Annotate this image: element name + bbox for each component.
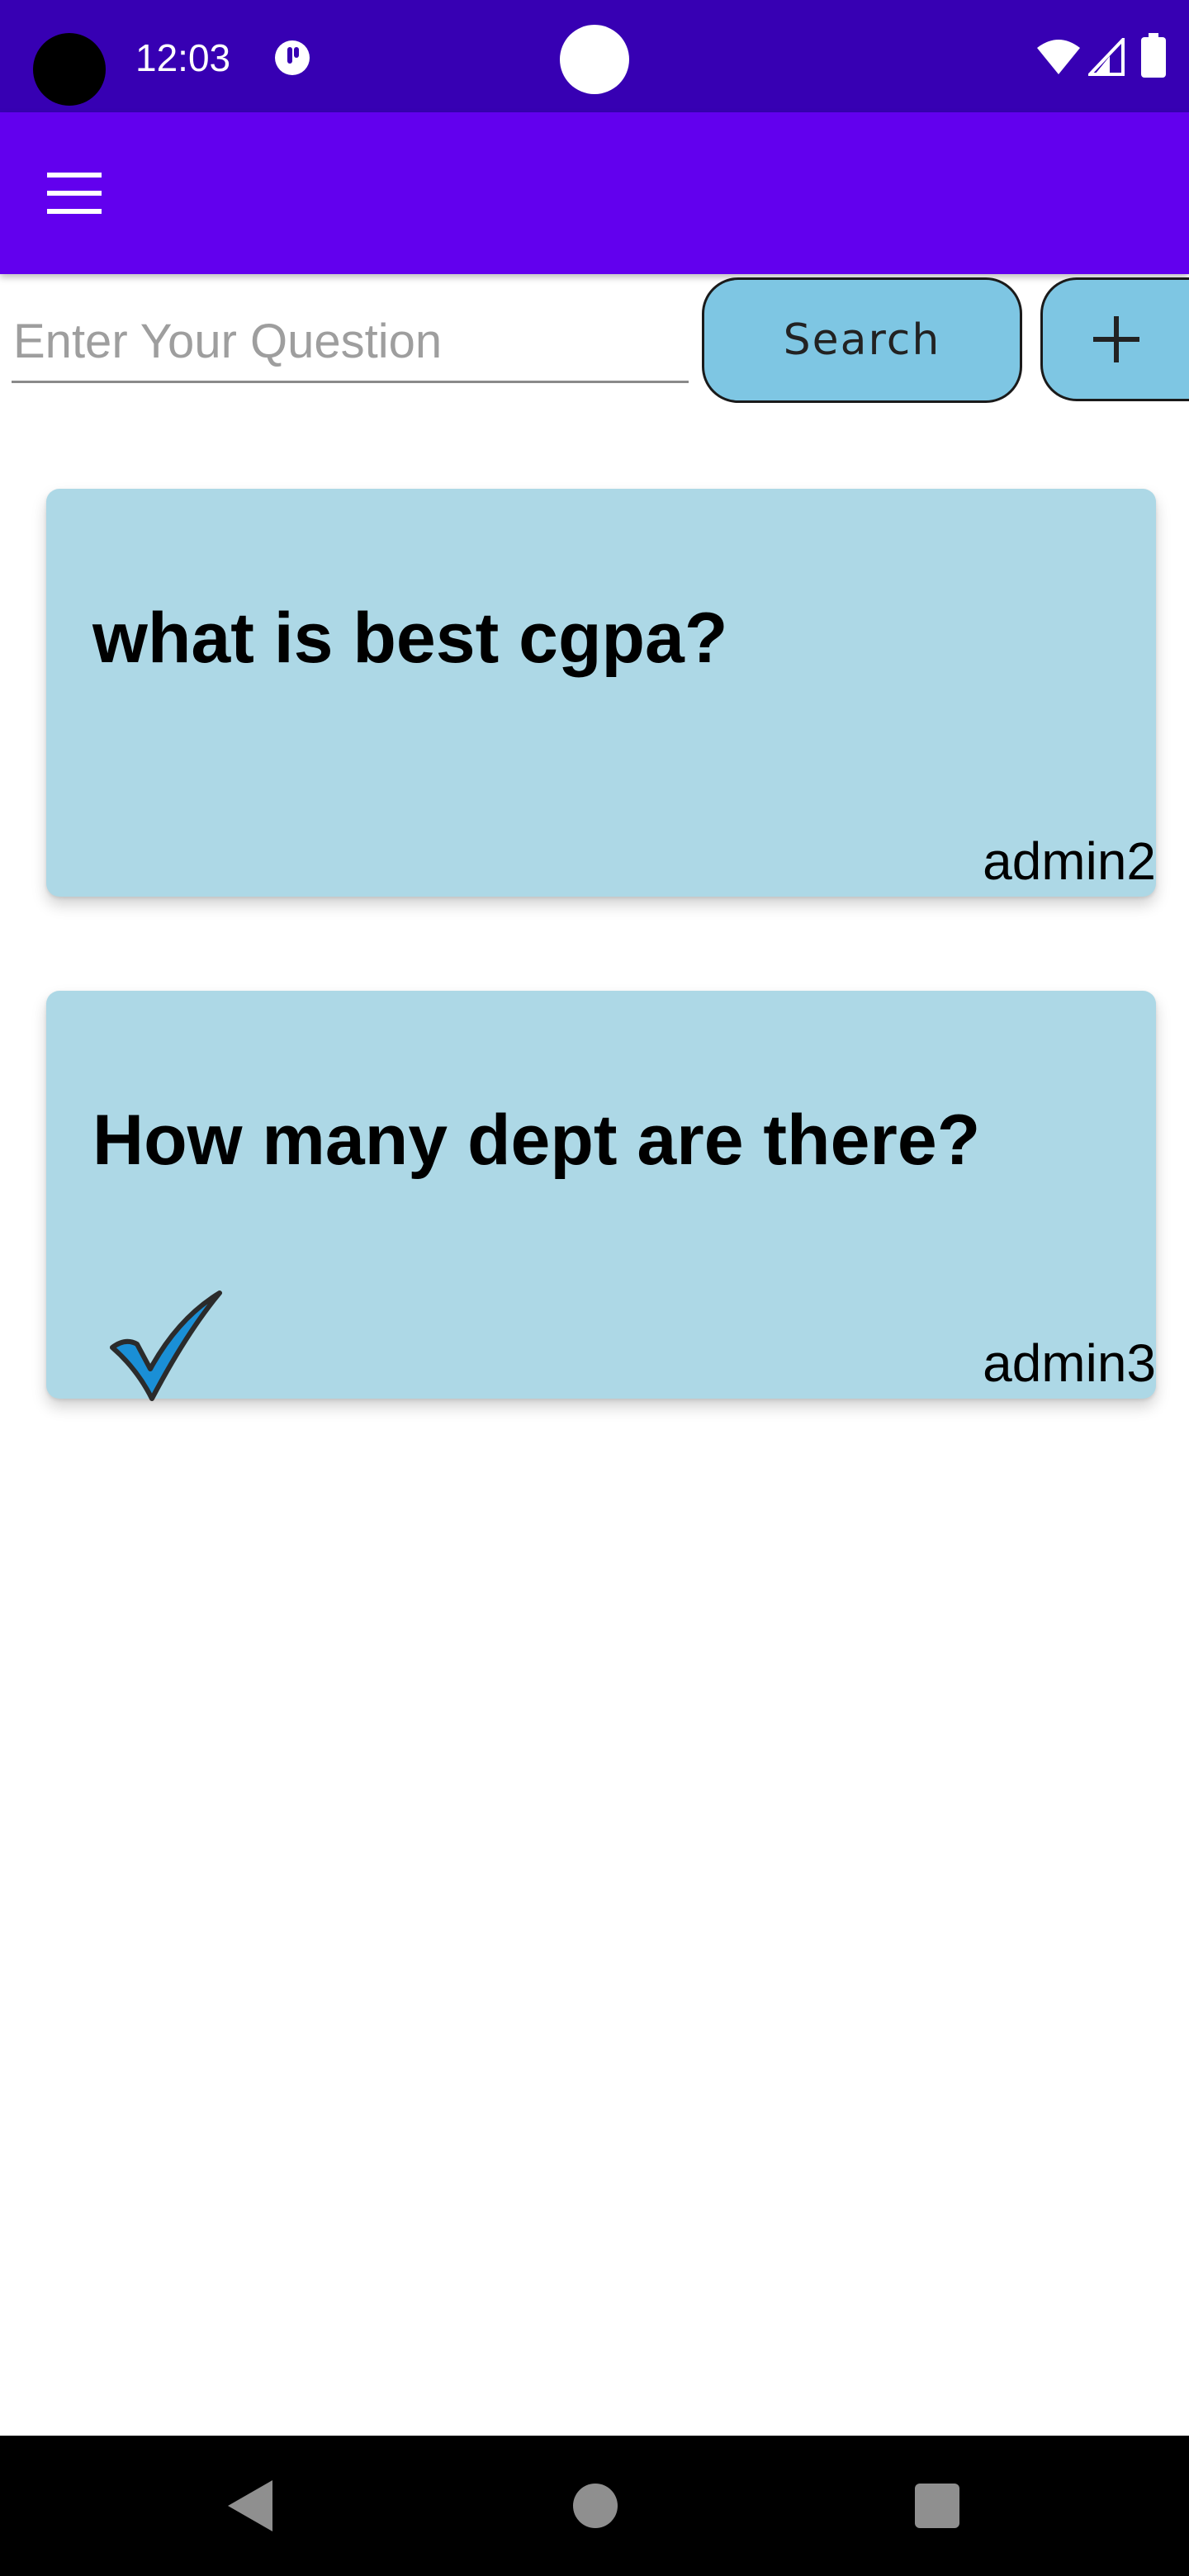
signal-icon	[1088, 38, 1125, 76]
app-indicator-icon	[275, 40, 310, 75]
camera-cutout	[33, 33, 106, 106]
hamburger-menu-icon	[47, 173, 102, 214]
home-icon[interactable]	[573, 2484, 618, 2528]
plus-icon	[1092, 316, 1139, 362]
front-camera	[560, 25, 629, 94]
question-text: How many dept are there?	[92, 1101, 981, 1180]
navigation-bar	[0, 2436, 1189, 2576]
question-author: admin3	[983, 1333, 1156, 1393]
question-author: admin2	[983, 831, 1156, 891]
search-button[interactable]: Search	[702, 277, 1022, 403]
wifi-icon	[1037, 40, 1080, 74]
question-text: what is best cgpa?	[92, 599, 728, 678]
back-icon[interactable]	[225, 2477, 274, 2535]
status-bar: 12:03	[0, 0, 1189, 112]
question-card[interactable]: How many dept are there? admin3	[46, 991, 1156, 1401]
screen: 12:03 Search	[0, 0, 1189, 2576]
recents-icon[interactable]	[915, 2484, 959, 2528]
app-bar	[0, 112, 1189, 274]
add-question-button[interactable]	[1040, 277, 1189, 401]
answered-check-icon	[110, 1290, 222, 1401]
menu-button[interactable]	[33, 152, 116, 234]
status-time: 12:03	[135, 36, 231, 79]
question-search-input[interactable]	[12, 302, 689, 383]
battery-icon	[1141, 33, 1166, 78]
question-card[interactable]: what is best cgpa? admin2	[46, 489, 1156, 897]
